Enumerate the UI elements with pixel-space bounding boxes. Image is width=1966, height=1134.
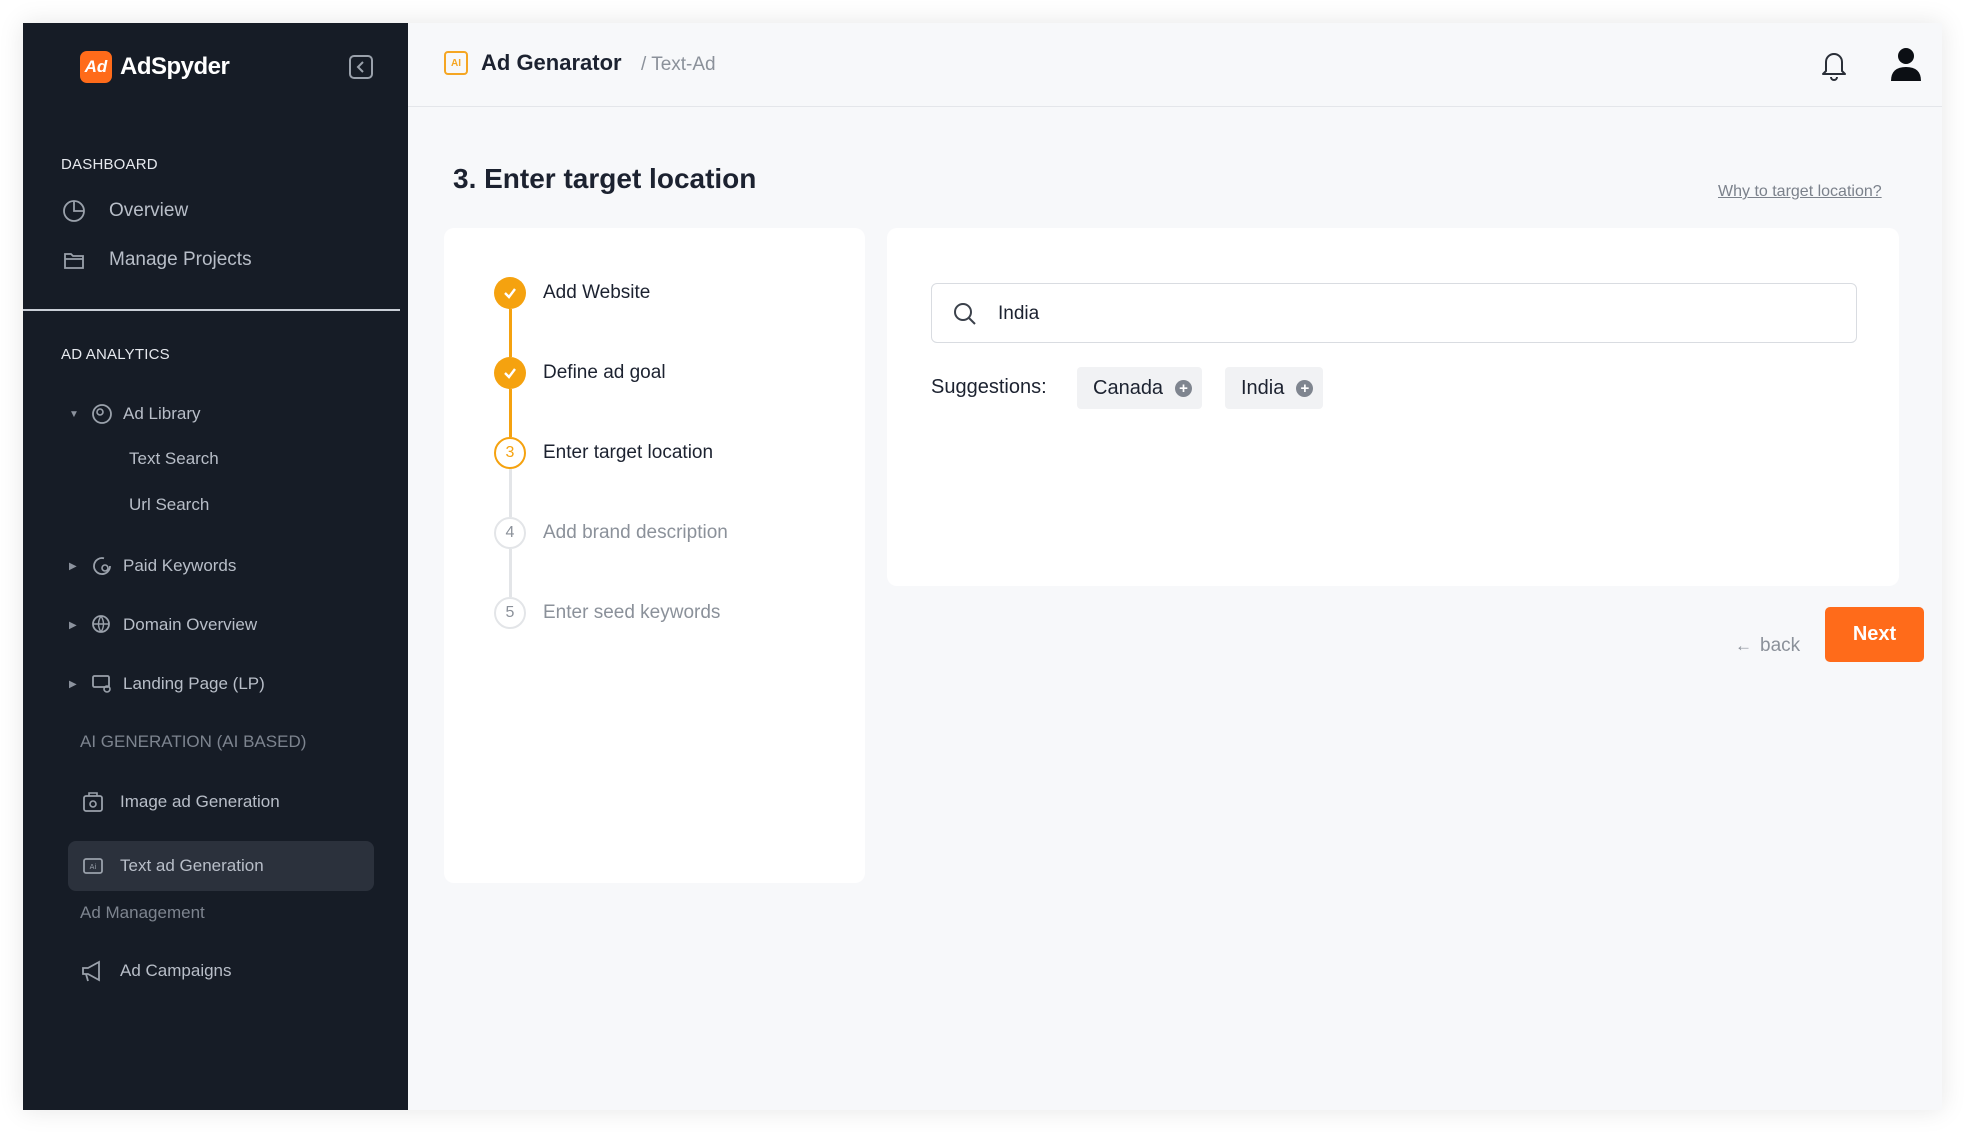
sidebar-item-label: Domain Overview — [123, 615, 258, 634]
caret-right-icon: ▶ — [69, 560, 77, 572]
folder-icon — [61, 247, 87, 273]
globe-search-icon — [89, 612, 115, 638]
refresh-search-icon — [89, 553, 115, 579]
check-icon — [494, 357, 526, 389]
sidebar-item-image-ad-generation[interactable]: Image ad Generation — [80, 789, 280, 815]
location-search-input[interactable]: India — [931, 283, 1857, 343]
sidebar-item-label: Manage Projects — [109, 249, 252, 270]
why-target-location-link[interactable]: Why to target location? — [1718, 183, 1882, 201]
caret-right-icon: ▶ — [69, 619, 77, 631]
sidebar-item-label: Overview — [109, 200, 189, 221]
brand-name: AdSpyder — [120, 53, 230, 80]
monitor-search-icon — [89, 671, 115, 697]
sidebar-item-url-search[interactable]: Url Search — [129, 495, 209, 515]
sidebar-item-label: Ad Campaigns — [120, 961, 232, 980]
ai-generation-heading: AI GENERATION (AI BASED) — [80, 732, 307, 751]
chip-label: India — [1241, 376, 1285, 399]
steps-card: Add Website Define ad goal 3 Enter targe… — [444, 228, 865, 883]
breadcrumb[interactable]: / Text-Ad — [641, 54, 716, 76]
ad-management-heading: Ad Management — [80, 903, 205, 922]
sidebar-item-label: Ad Library — [123, 404, 201, 423]
step-number: 4 — [494, 517, 526, 549]
brand-logo-icon: Ad — [80, 51, 112, 83]
search-input-value: India — [998, 303, 1040, 324]
plus-circle-icon[interactable]: + — [1175, 379, 1193, 397]
search-icon — [952, 301, 978, 327]
sidebar-item-text-search[interactable]: Text Search — [129, 449, 219, 469]
app-window: Ad AdSpyder DASHBOARD Overview Manage Pr… — [23, 23, 1942, 1110]
sidebar-item-landing-page[interactable]: ▶ Landing Page (LP) — [69, 671, 265, 697]
step-label: Enter target location — [543, 442, 714, 463]
suggestion-chip-india[interactable]: India + — [1225, 367, 1324, 409]
page-header-title: Ad Genarator — [481, 50, 622, 75]
step-connector — [509, 389, 512, 437]
ad-library-icon — [89, 401, 115, 427]
step-connector — [509, 469, 512, 517]
sidebar-item-manage-projects[interactable]: Manage Projects — [61, 247, 252, 273]
megaphone-icon — [80, 958, 106, 984]
notification-bell-icon[interactable] — [1817, 47, 1851, 83]
back-label: back — [1760, 635, 1801, 656]
step-define-ad-goal[interactable]: Define ad goal — [494, 357, 666, 389]
text-ad-icon: Ai — [80, 853, 106, 879]
step-add-brand-description[interactable]: 4 Add brand description — [494, 517, 728, 549]
step-number: 5 — [494, 597, 526, 629]
step-label: Enter seed keywords — [543, 602, 721, 623]
image-ad-icon — [80, 789, 106, 815]
arrow-left-icon: ← — [1735, 636, 1752, 655]
location-card: India Suggestions: Canada + India + — [887, 228, 1899, 586]
step-label: Add brand description — [543, 522, 728, 543]
step-connector — [509, 309, 512, 357]
sidebar: Ad AdSpyder DASHBOARD Overview Manage Pr… — [23, 23, 408, 1110]
plus-circle-icon[interactable]: + — [1296, 379, 1314, 397]
sidebar-item-label: Image ad Generation — [120, 792, 280, 811]
next-button[interactable]: Next — [1825, 607, 1924, 662]
sidebar-divider — [23, 309, 400, 311]
check-icon — [494, 277, 526, 309]
user-avatar-icon[interactable] — [1888, 45, 1924, 83]
chip-label: Canada — [1093, 376, 1164, 399]
pie-chart-icon — [61, 198, 87, 224]
suggestions-label: Suggestions: — [931, 376, 1047, 398]
back-button[interactable]: ← back — [1735, 635, 1800, 657]
step-number: 3 — [494, 437, 526, 469]
page-title: 3. Enter target location — [453, 163, 757, 194]
step-label: Add Website — [543, 282, 651, 303]
step-enter-seed-keywords[interactable]: 5 Enter seed keywords — [494, 597, 720, 629]
sidebar-item-ad-campaigns[interactable]: Ad Campaigns — [80, 958, 232, 984]
sidebar-item-text-ad-generation[interactable]: Ai Text ad Generation — [80, 853, 264, 879]
suggestion-chip-canada[interactable]: Canada + — [1077, 367, 1203, 409]
brand[interactable]: Ad AdSpyder — [80, 51, 230, 83]
sidebar-item-label: Paid Keywords — [123, 556, 237, 575]
step-connector — [509, 549, 512, 597]
sidebar-item-overview[interactable]: Overview — [61, 198, 188, 224]
collapse-sidebar-icon[interactable] — [349, 55, 373, 79]
ad-analytics-heading: AD ANALYTICS — [61, 346, 170, 363]
caret-right-icon: ▶ — [69, 678, 77, 690]
step-label: Define ad goal — [543, 362, 666, 383]
sidebar-item-domain-overview[interactable]: ▶ Domain Overview — [69, 612, 257, 638]
caret-down-icon: ▼ — [69, 408, 79, 420]
step-enter-target-location[interactable]: 3 Enter target location — [494, 437, 713, 469]
step-add-website[interactable]: Add Website — [494, 277, 650, 309]
sidebar-item-paid-keywords[interactable]: ▶ Paid Keywords — [69, 553, 236, 579]
sidebar-item-label: Landing Page (LP) — [123, 674, 265, 693]
ai-chip-icon: AI — [444, 51, 468, 75]
svg-text:Ai: Ai — [90, 863, 97, 871]
sidebar-item-ad-library[interactable]: ▼ Ad Library — [69, 401, 200, 427]
sidebar-item-label: Text ad Generation — [120, 856, 264, 875]
dashboard-heading: DASHBOARD — [61, 156, 158, 173]
top-header: AI Ad Genarator / Text-Ad — [408, 23, 1942, 107]
